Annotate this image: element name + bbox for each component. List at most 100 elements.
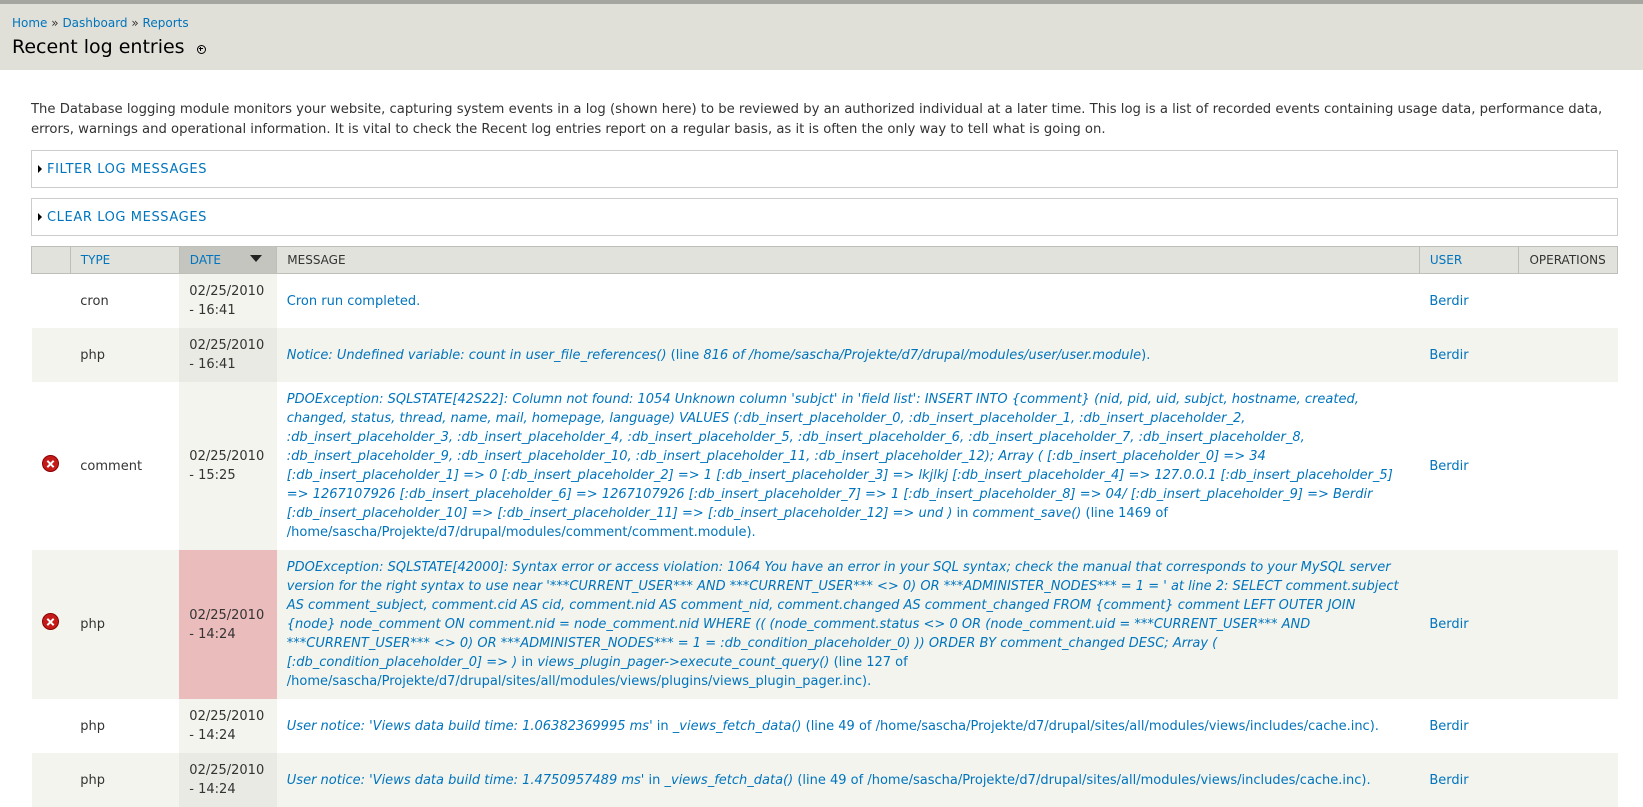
- collapsed-triangle-icon: [38, 213, 42, 221]
- message-mid: in: [644, 773, 664, 788]
- table-row: php02/25/2010- 14:24PDOException: SQLSTA…: [32, 550, 1618, 699]
- header-user-link[interactable]: USER: [1430, 253, 1462, 267]
- row-date-day: 02/25/2010: [189, 761, 266, 780]
- title-row: Recent log entries: [12, 36, 1631, 58]
- message-em1: Notice: Undefined variable: count in use…: [287, 348, 667, 363]
- header-date[interactable]: DATE: [179, 247, 276, 274]
- page-header: Home » Dashboard » Reports Recent log en…: [0, 0, 1643, 70]
- filter-log-messages-link[interactable]: FILTER LOG MESSAGES: [47, 162, 207, 177]
- row-date-time: - 14:24: [189, 726, 266, 745]
- row-date-time: - 16:41: [189, 355, 266, 374]
- row-date-day: 02/25/2010: [189, 447, 266, 466]
- row-icon-cell: [32, 274, 71, 329]
- user-link[interactable]: Berdir: [1429, 773, 1468, 788]
- breadcrumb-reports[interactable]: Reports: [143, 16, 189, 30]
- row-user: Berdir: [1419, 550, 1519, 699]
- table-row: php02/25/2010- 14:24User notice: 'Views …: [32, 699, 1618, 753]
- breadcrumb-home[interactable]: Home: [12, 16, 47, 30]
- row-operations: [1519, 274, 1618, 329]
- page-title: Recent log entries: [12, 36, 185, 58]
- user-link[interactable]: Berdir: [1429, 459, 1468, 474]
- row-user: Berdir: [1419, 753, 1519, 807]
- row-type: comment: [70, 382, 179, 550]
- log-table-body: cron02/25/2010- 16:41Cron run completed.…: [32, 274, 1618, 807]
- row-type: php: [70, 328, 179, 382]
- row-date-time: - 15:25: [189, 466, 266, 485]
- row-date: 02/25/2010- 14:24: [179, 550, 276, 699]
- row-date: 02/25/2010- 15:25: [179, 382, 276, 550]
- message-em2: 816 of /home/sascha/Projekte/d7/drupal/m…: [703, 348, 1141, 363]
- row-date: 02/25/2010- 16:41: [179, 274, 276, 329]
- row-icon-cell: [32, 328, 71, 382]
- table-row: php02/25/2010- 16:41 Notice: Undefined va…: [32, 328, 1618, 382]
- row-date-day: 02/25/2010: [189, 606, 266, 625]
- row-type: php: [70, 699, 179, 753]
- message-post: (line 49 of /home/sascha/Projekte/d7/dru…: [793, 773, 1370, 788]
- clear-log-messages-link[interactable]: CLEAR LOG MESSAGES: [47, 210, 207, 225]
- row-message-link[interactable]: Notice: Undefined variable: count in use…: [287, 348, 1151, 363]
- row-icon-cell: [32, 550, 71, 699]
- clear-fieldset[interactable]: CLEAR LOG MESSAGES: [31, 198, 1618, 236]
- breadcrumb-separator: »: [51, 16, 58, 30]
- row-message: User notice: 'Views data build time: 1.0…: [277, 699, 1420, 753]
- row-user: Berdir: [1419, 699, 1519, 753]
- header-operations: OPERATIONS: [1519, 247, 1618, 274]
- row-date-day: 02/25/2010: [189, 282, 266, 301]
- row-message-link[interactable]: Cron run completed.: [287, 294, 421, 309]
- breadcrumb-dashboard[interactable]: Dashboard: [62, 16, 127, 30]
- row-message: PDOException: SQLSTATE[42000]: Syntax er…: [277, 550, 1420, 699]
- table-row: cron02/25/2010- 16:41Cron run completed.…: [32, 274, 1618, 329]
- message-mid: in: [952, 506, 972, 521]
- row-icon-cell: [32, 753, 71, 807]
- header-message: MESSAGE: [277, 247, 1420, 274]
- breadcrumb-separator: »: [131, 16, 138, 30]
- message-em2: _views_fetch_data(): [665, 773, 794, 788]
- message-em2: views_plugin_pager->execute_count_query(…: [537, 655, 829, 670]
- row-message-link[interactable]: User notice: 'Views data build time: 1.0…: [287, 719, 1379, 734]
- row-date: 02/25/2010- 16:41: [179, 328, 276, 382]
- message-mid: (line: [667, 348, 704, 363]
- message-em2: comment_save(): [973, 506, 1082, 521]
- row-type: cron: [70, 274, 179, 329]
- filter-fieldset[interactable]: FILTER LOG MESSAGES: [31, 150, 1618, 188]
- row-operations: [1519, 382, 1618, 550]
- row-operations: [1519, 550, 1618, 699]
- message-em1: PDOException: SQLSTATE[42000]: Syntax er…: [287, 560, 1399, 670]
- log-table: TYPE DATE MESSAGE USER OPERATIONS cron02…: [31, 246, 1618, 807]
- user-link[interactable]: Berdir: [1429, 719, 1468, 734]
- row-date-time: - 14:24: [189, 625, 266, 644]
- table-header-row: TYPE DATE MESSAGE USER OPERATIONS: [32, 247, 1618, 274]
- row-message: User notice: 'Views data build time: 1.4…: [277, 753, 1420, 807]
- row-message: Cron run completed.: [277, 274, 1420, 329]
- message-em2: _views_fetch_data(): [673, 719, 802, 734]
- error-icon: [42, 455, 59, 472]
- header-type-link[interactable]: TYPE: [81, 253, 110, 267]
- add-shortcut-icon[interactable]: [197, 45, 206, 54]
- row-message: PDOException: SQLSTATE[42S22]: Column no…: [277, 382, 1420, 550]
- row-user: Berdir: [1419, 382, 1519, 550]
- message-mid: in: [653, 719, 673, 734]
- message-em1: User notice: 'Views data build time: 1.0…: [287, 719, 653, 734]
- user-link[interactable]: Berdir: [1429, 294, 1468, 309]
- row-date-time: - 16:41: [189, 301, 266, 320]
- message-mid: Cron run completed.: [287, 294, 421, 309]
- message-mid: in: [517, 655, 537, 670]
- header-date-link[interactable]: DATE: [190, 253, 221, 267]
- table-row: php02/25/2010- 14:24User notice: 'Views …: [32, 753, 1618, 807]
- sort-descending-icon[interactable]: [250, 255, 262, 262]
- table-row: comment02/25/2010- 15:25PDOException: SQ…: [32, 382, 1618, 550]
- row-operations: [1519, 699, 1618, 753]
- row-message-link[interactable]: PDOException: SQLSTATE[42000]: Syntax er…: [287, 560, 1399, 689]
- breadcrumb: Home » Dashboard » Reports: [12, 15, 1631, 32]
- row-type: php: [70, 753, 179, 807]
- message-em1: User notice: 'Views data build time: 1.4…: [287, 773, 645, 788]
- main-content: The Database logging module monitors you…: [0, 100, 1643, 807]
- header-type[interactable]: TYPE: [70, 247, 179, 274]
- row-message-link[interactable]: User notice: 'Views data build time: 1.4…: [287, 773, 1371, 788]
- row-message-link[interactable]: PDOException: SQLSTATE[42S22]: Column no…: [287, 392, 1393, 540]
- row-icon-cell: [32, 699, 71, 753]
- user-link[interactable]: Berdir: [1429, 348, 1468, 363]
- user-link[interactable]: Berdir: [1429, 617, 1468, 632]
- row-icon-cell: [32, 382, 71, 550]
- header-user[interactable]: USER: [1419, 247, 1519, 274]
